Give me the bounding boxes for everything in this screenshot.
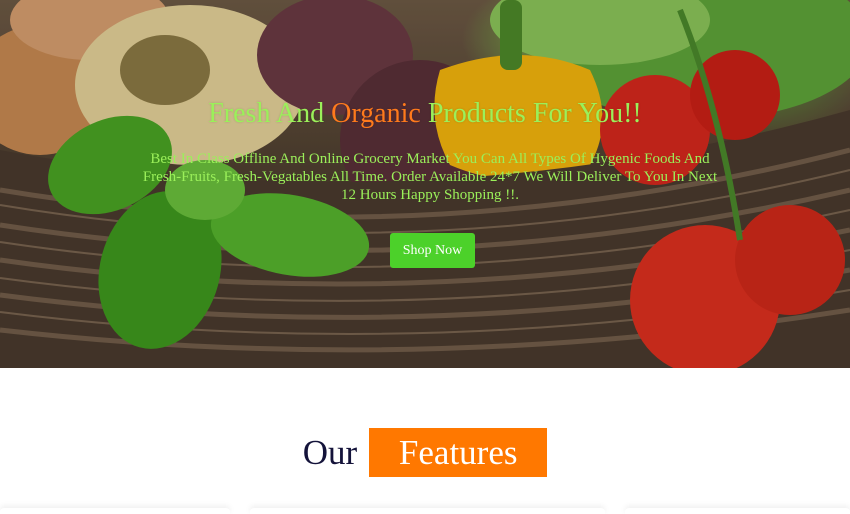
hero-content: Fresh And Organic Products For You!! Bes… xyxy=(0,0,850,368)
features-heading-features: Features xyxy=(369,428,548,477)
hero-subtitle: Best In Class Offline And Online Grocery… xyxy=(142,151,718,203)
feature-card xyxy=(625,508,850,514)
features-heading-our: Our xyxy=(302,433,358,472)
hero-title: Fresh And Organic Products For You!! xyxy=(0,96,850,132)
hero-title-part2: Products For You!! xyxy=(420,98,642,129)
feature-card xyxy=(250,508,605,514)
feature-card xyxy=(0,508,230,514)
hero-section: Fresh And Organic Products For You!! Bes… xyxy=(0,0,850,368)
hero-title-part1: Fresh And xyxy=(208,98,332,129)
hero-title-accent: Organic xyxy=(331,98,421,129)
shop-now-button[interactable]: Shop Now xyxy=(390,233,475,268)
features-heading: Our Features xyxy=(0,428,850,477)
